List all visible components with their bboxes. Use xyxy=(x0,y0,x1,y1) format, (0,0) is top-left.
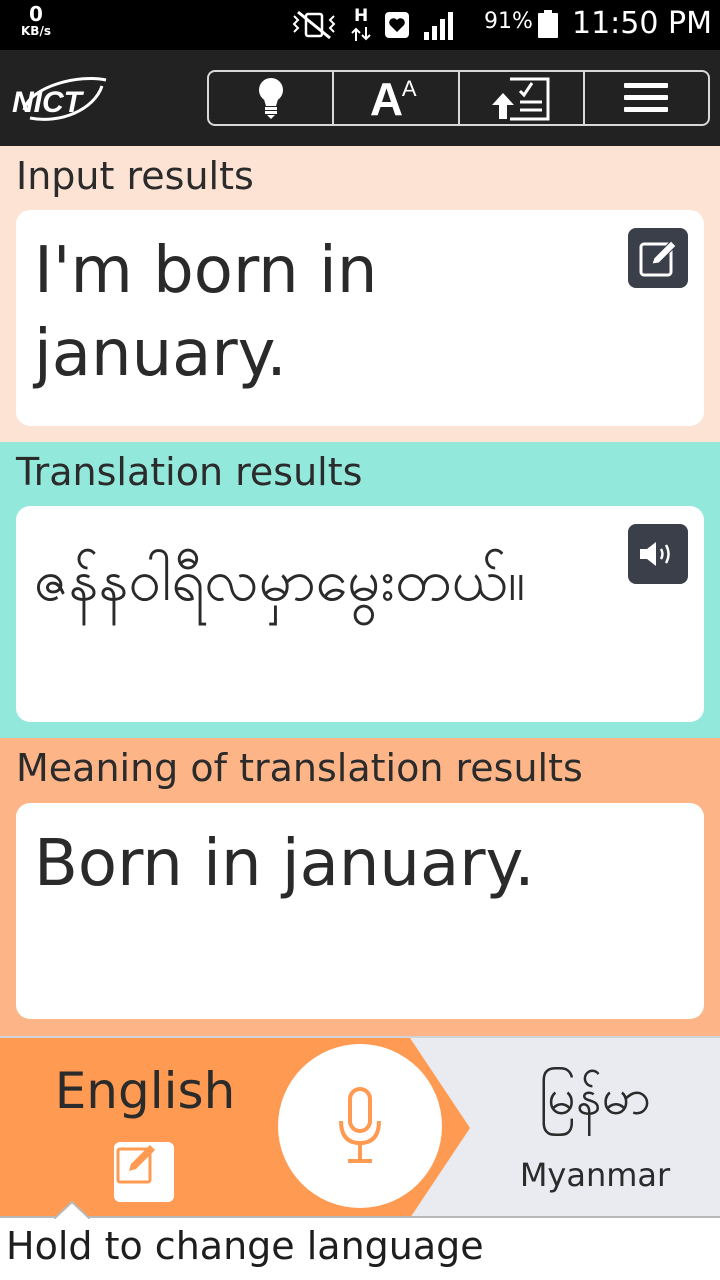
hint-caret-icon xyxy=(54,1201,90,1219)
edit-icon xyxy=(639,240,677,277)
translation-results-section: Translation results ဇန်နဝါရီလမှာမွေးတယ်။ xyxy=(0,442,720,738)
translation-results-card[interactable]: ဇန်နဝါရီလမှာမွေးတယ်။ xyxy=(16,506,704,722)
target-language-label[interactable]: Myanmar xyxy=(500,1156,690,1194)
heart-notification-icon xyxy=(385,12,409,38)
microphone-icon xyxy=(339,1087,381,1163)
meaning-results-text: Born in january. xyxy=(34,827,535,901)
vibrate-mute-icon xyxy=(292,10,336,40)
target-language-native[interactable]: မြန်မာ xyxy=(500,1066,690,1139)
edit-input-button[interactable] xyxy=(628,228,688,288)
meaning-results-title: Meaning of translation results xyxy=(16,746,583,790)
network-type-label: H xyxy=(354,6,369,26)
network-speed: 0 KB/s xyxy=(16,4,56,37)
menu-button[interactable] xyxy=(585,72,708,124)
input-results-title: Input results xyxy=(16,154,254,198)
edit-icon xyxy=(116,1145,155,1184)
input-results-card: I'm born in january. xyxy=(16,210,704,426)
network-speed-value: 0 xyxy=(29,2,43,26)
battery-icon xyxy=(538,10,558,38)
upload-checklist-icon xyxy=(492,77,550,121)
menu-icon xyxy=(624,83,669,112)
input-results-text: I'm born in january. xyxy=(34,234,378,392)
translation-results-title: Translation results xyxy=(16,450,363,494)
toolbar: A A xyxy=(207,70,710,126)
font-size-small-a: A xyxy=(401,76,417,101)
play-audio-button[interactable] xyxy=(628,524,688,584)
font-size-button[interactable]: A A xyxy=(334,72,460,125)
clock: 11:50 PM xyxy=(572,6,712,41)
tips-button[interactable] xyxy=(209,72,335,124)
meaning-results-card: Born in january. xyxy=(16,803,704,1019)
speaker-icon xyxy=(640,542,670,566)
mic-button[interactable] xyxy=(278,1044,442,1208)
status-bar: 0 KB/s H 91% 11:50 PM xyxy=(0,0,720,50)
language-bar: English မြန်မာ Myanmar xyxy=(0,1036,720,1218)
nict-logo: NICT xyxy=(12,76,107,121)
svg-text:NICT: NICT xyxy=(12,86,85,119)
data-arrows-icon xyxy=(351,27,371,41)
network-speed-unit: KB/s xyxy=(21,24,51,38)
font-size-icon: A A xyxy=(369,73,422,125)
signal-icon xyxy=(424,12,453,40)
app-bar: NICT A A xyxy=(0,50,720,146)
status-icons: H xyxy=(290,6,458,42)
lightbulb-icon xyxy=(258,78,283,119)
edit-text-button[interactable] xyxy=(114,1142,174,1202)
hint-text: Hold to change language xyxy=(6,1224,484,1268)
input-results-section: Input results I'm born in january. xyxy=(0,146,720,442)
source-language-label: English xyxy=(54,1062,236,1120)
battery-percent: 91% xyxy=(484,9,533,34)
translation-results-text: ဇန်နဝါရီလမှာမွေးတယ်။ xyxy=(34,546,526,614)
meaning-results-section: Meaning of translation results Born in j… xyxy=(0,738,720,1036)
upload-checklist-button[interactable] xyxy=(460,72,585,124)
hint-tooltip: Hold to change language xyxy=(0,1201,720,1280)
network-type: H xyxy=(350,6,372,42)
font-size-big-a: A xyxy=(369,73,404,125)
